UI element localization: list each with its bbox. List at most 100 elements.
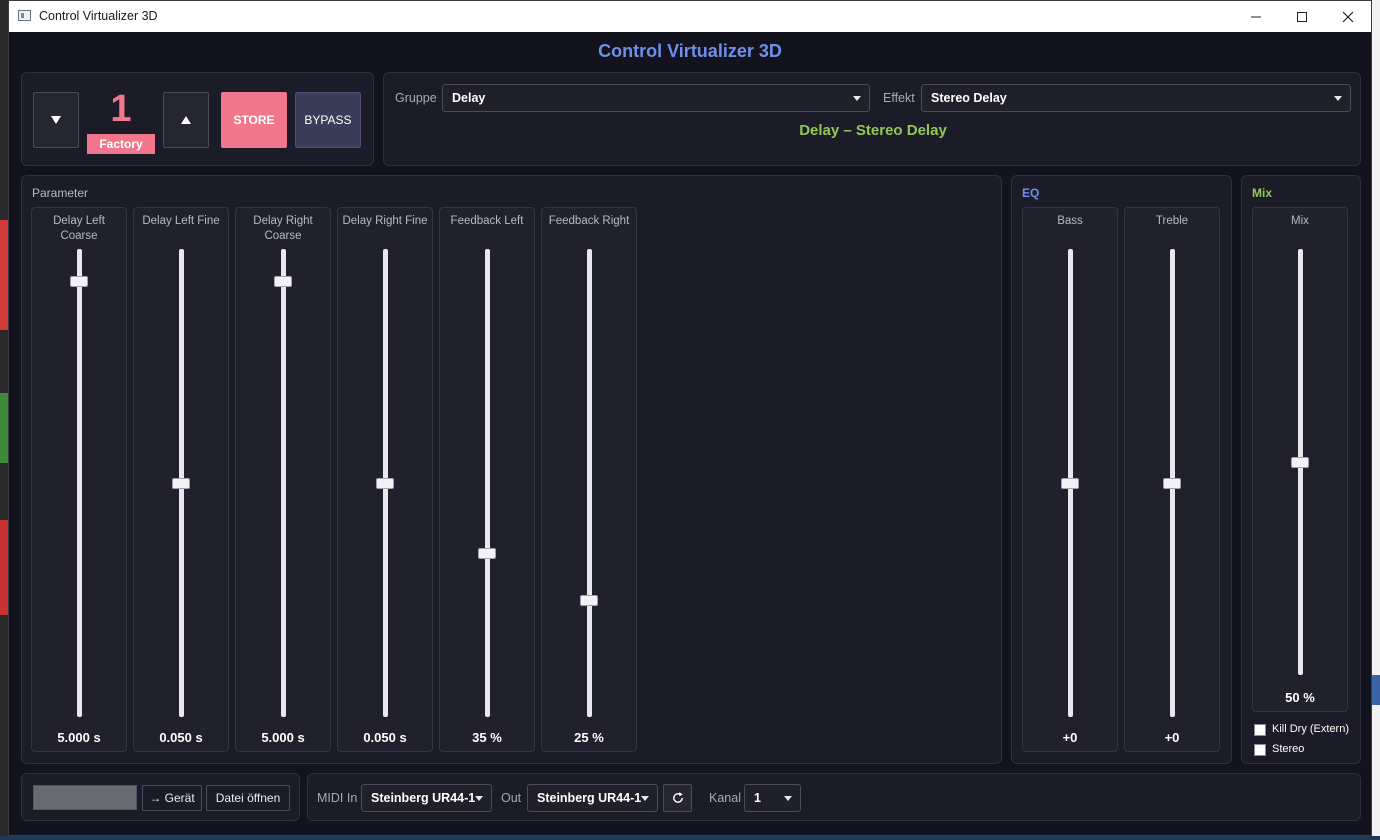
preset-name-badge: Factory [87,134,155,154]
close-icon [1342,11,1354,22]
mix-section-label: Mix [1252,186,1273,200]
param-delay-right-fine-column: Delay Right Fine 0.050 s [337,207,433,752]
param-delay-right-coarse-value: 5.000 s [261,730,305,745]
kill-dry-label: Kill Dry (Extern) [1272,723,1350,735]
eq-treble-label: Treble [1155,215,1189,227]
desktop-taskbar-fragment [0,836,1380,840]
param-delay-right-coarse-slider-thumb[interactable] [274,276,292,287]
chevron-down-icon [475,796,483,801]
eq-bass-slider-thumb[interactable] [1061,478,1079,489]
param-feedback-right-slider-track[interactable] [587,249,592,717]
midi-panel: MIDI In Steinberg UR44-1 Out Steinberg U… [307,773,1361,821]
window-title: Control Virtualizer 3D [39,9,158,23]
param-delay-left-coarse-slider-thumb[interactable] [70,276,88,287]
preset-number: 1 [110,88,132,130]
param-feedback-right-label: Feedback Right [548,215,630,227]
file-path-field[interactable] [33,785,137,810]
param-feedback-right-value: 25 % [574,730,604,745]
preset-panel: 1 Factory STORE BYPASS [21,72,374,166]
eq-treble-value: +0 [1164,730,1180,745]
desktop-fragment [0,220,8,330]
effect-summary: Delay – Stereo Delay [799,122,947,139]
param-delay-left-coarse-label: Delay Left Coarse [53,215,105,242]
kill-dry-checkbox[interactable] [1254,724,1266,736]
param-delay-left-fine-value: 0.050 s [159,730,203,745]
mix-label: Mix [1291,215,1309,227]
param-delay-left-fine-column: Delay Left Fine 0.050 s [133,207,229,752]
effect-label: Effekt [883,91,915,105]
parameter-section-label: Parameter [32,186,89,200]
mix-value: 50 % [1285,690,1315,705]
file-panel: → Gerät Datei öffnen [21,773,300,821]
param-delay-right-coarse-column: Delay Right Coarse 5.000 s [235,207,331,752]
param-delay-right-coarse-label: Delay Right Coarse [253,215,313,242]
stereo-checkbox[interactable] [1254,744,1266,756]
app-icon [18,10,31,21]
effect-selector-panel: Gruppe Delay Effekt Stereo Delay Delay –… [383,72,1361,166]
effect-select[interactable]: Stereo Delay [921,84,1351,112]
midi-in-value: Steinberg UR44-1 [371,791,476,805]
title-bar: Control Virtualizer 3D [9,1,1371,32]
effect-select-value: Stereo Delay [931,91,1007,105]
desktop-fragment [0,393,8,463]
store-button[interactable]: STORE [221,92,287,148]
param-feedback-right-slider-thumb[interactable] [580,595,598,606]
channel-label: Kanal [709,791,741,805]
param-delay-right-fine-value: 0.050 s [363,730,407,745]
desktop-fragment [1372,0,1380,840]
param-feedback-left-slider-track[interactable] [485,249,490,717]
minimize-icon [1251,16,1261,17]
param-feedback-left-slider-thumb[interactable] [478,548,496,559]
stereo-label: Stereo [1272,743,1305,755]
arrow-up-icon [181,116,191,124]
refresh-icon [672,792,683,803]
midi-out-label: Out [501,791,522,805]
refresh-midi-button[interactable] [663,784,692,812]
mix-column: Mix 50 % [1252,207,1348,712]
midi-in-label: MIDI In [317,791,358,805]
desktop-fragment [0,520,8,615]
group-label: Gruppe [395,91,437,105]
eq-treble-slider-thumb[interactable] [1163,478,1181,489]
param-delay-left-coarse-value: 5.000 s [57,730,101,745]
param-delay-left-fine-slider-thumb[interactable] [172,478,190,489]
param-feedback-left-column: Feedback Left 35 % [439,207,535,752]
channel-value: 1 [754,791,761,805]
param-feedback-right-column: Feedback Right 25 % [541,207,637,752]
param-feedback-left-label: Feedback Left [450,215,524,227]
param-delay-left-coarse-column: Delay Left Coarse 5.000 s [31,207,127,752]
param-feedback-left-value: 35 % [472,730,502,745]
param-delay-left-coarse-slider-track[interactable] [77,249,82,717]
preset-down-button[interactable] [33,92,79,148]
send-to-device-button[interactable]: → Gerät [142,785,202,811]
chevron-down-icon [853,96,861,101]
midi-in-select[interactable]: Steinberg UR44-1 [361,784,492,812]
desktop-fragment [1372,675,1380,705]
minimize-button[interactable] [1233,1,1279,32]
eq-section-label: EQ [1022,186,1040,200]
group-select[interactable]: Delay [442,84,870,112]
group-select-value: Delay [452,91,486,105]
channel-select[interactable]: 1 [744,784,801,812]
eq-treble-column: Treble +0 [1124,207,1220,752]
mix-slider-thumb[interactable] [1291,457,1309,468]
midi-out-select[interactable]: Steinberg UR44-1 [527,784,658,812]
param-delay-right-fine-label: Delay Right Fine [342,215,428,227]
bypass-button[interactable]: BYPASS [295,92,361,148]
midi-out-value: Steinberg UR44-1 [537,791,642,805]
param-delay-right-fine-slider-thumb[interactable] [376,478,394,489]
chevron-down-icon [784,796,792,801]
preset-up-button[interactable] [163,92,209,148]
close-button[interactable] [1325,1,1371,32]
maximize-icon [1297,11,1307,22]
param-delay-left-fine-label: Delay Left Fine [142,215,220,227]
param-delay-right-coarse-slider-track[interactable] [281,249,286,717]
open-file-button[interactable]: Datei öffnen [206,785,290,811]
chevron-down-icon [1334,96,1342,101]
chevron-down-icon [641,796,649,801]
app-window: Control Virtualizer 3D Control Virtualiz… [8,0,1372,836]
app-title: Control Virtualizer 3D [598,41,782,61]
arrow-down-icon [51,116,61,124]
maximize-button[interactable] [1279,1,1325,32]
eq-bass-value: +0 [1062,730,1078,745]
